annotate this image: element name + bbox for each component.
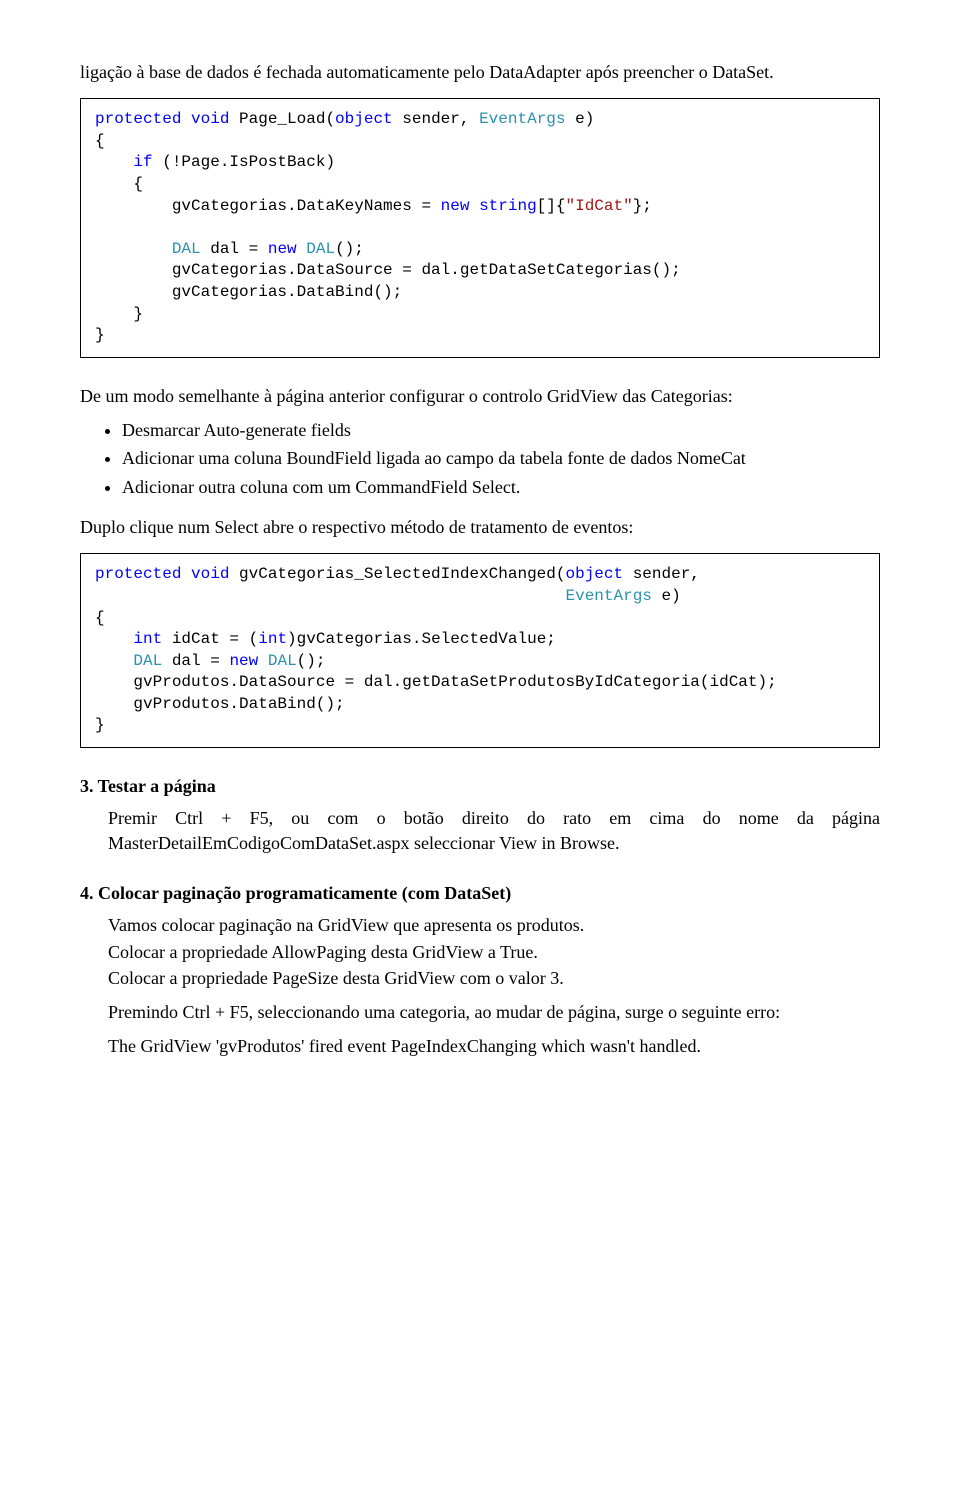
section-3-heading: 3. Testar a página [80,774,880,798]
code-text: EventArgs [479,110,565,128]
code-text: if [95,153,153,171]
code-text [258,652,268,670]
code-text: (); [297,652,326,670]
code-text: protected void [95,565,229,583]
code-text: { [95,175,143,193]
code-text: sender, [393,110,479,128]
code-text: }; [633,197,652,215]
code-text: gvCategorias.DataKeyNames = [95,197,441,215]
code-text: { [95,132,105,150]
intro-paragraph: ligação à base de dados é fechada automa… [80,60,880,84]
code-text: protected void [95,110,229,128]
code-text [95,587,565,605]
section-4-heading: 4. Colocar paginação programaticamente (… [80,881,880,905]
paragraph: Colocar a propriedade AllowPaging desta … [108,940,880,964]
paragraph: The GridView 'gvProdutos' fired event Pa… [108,1034,880,1058]
code-text: gvCategorias.DataBind(); [95,283,402,301]
code-text: Page_Load( [229,110,335,128]
paragraph: Colocar a propriedade PageSize desta Gri… [108,966,880,990]
code-text: e) [566,110,595,128]
code-text: DAL [95,240,201,258]
code-text: object [565,565,623,583]
code-text: "IdCat" [565,197,632,215]
list-item: Desmarcar Auto-generate fields [122,418,880,442]
code-text: (); [335,240,364,258]
code-text [297,240,307,258]
code-text: idCat = ( [162,630,258,648]
paragraph: Premindo Ctrl + F5, seleccionando uma ca… [108,1000,880,1024]
code-text: DAL [306,240,335,258]
code-text: gvProdutos.DataBind(); [95,695,345,713]
code-text: new string [441,197,537,215]
code-text: []{ [537,197,566,215]
code-text: gvCategorias.DataSource = dal.getDataSet… [95,261,681,279]
paragraph: Premir Ctrl + F5, ou com o botão direito… [108,806,880,855]
code-text: e) [652,587,681,605]
code-block-2: protected void gvCategorias_SelectedInde… [80,553,880,748]
code-text: gvProdutos.DataSource = dal.getDataSetPr… [95,673,777,691]
code-text: )gvCategorias.SelectedValue; [287,630,556,648]
list-item: Adicionar outra coluna com um CommandFie… [122,475,880,499]
code-text: } [95,326,105,344]
code-text: EventArgs [565,587,651,605]
paragraph: Vamos colocar paginação na GridView que … [108,913,880,937]
code-text: { [95,609,105,627]
code-text: int [95,630,162,648]
code-text: object [335,110,393,128]
code-text: gvCategorias_SelectedIndexChanged( [229,565,565,583]
paragraph: De um modo semelhante à página anterior … [80,384,880,408]
code-text: int [258,630,287,648]
list-item: Adicionar uma coluna BoundField ligada a… [122,446,880,470]
code-block-1: protected void Page_Load(object sender, … [80,98,880,358]
code-text: dal = [162,652,229,670]
code-text: } [95,716,105,734]
bullet-list: Desmarcar Auto-generate fields Adicionar… [80,418,880,499]
code-text: (!Page.IsPostBack) [153,153,335,171]
code-text: DAL [268,652,297,670]
code-text: new [229,652,258,670]
code-text: dal = [201,240,268,258]
code-text: DAL [95,652,162,670]
code-text: new [268,240,297,258]
code-text: sender, [623,565,700,583]
code-text: } [95,305,143,323]
paragraph: Duplo clique num Select abre o respectiv… [80,515,880,539]
